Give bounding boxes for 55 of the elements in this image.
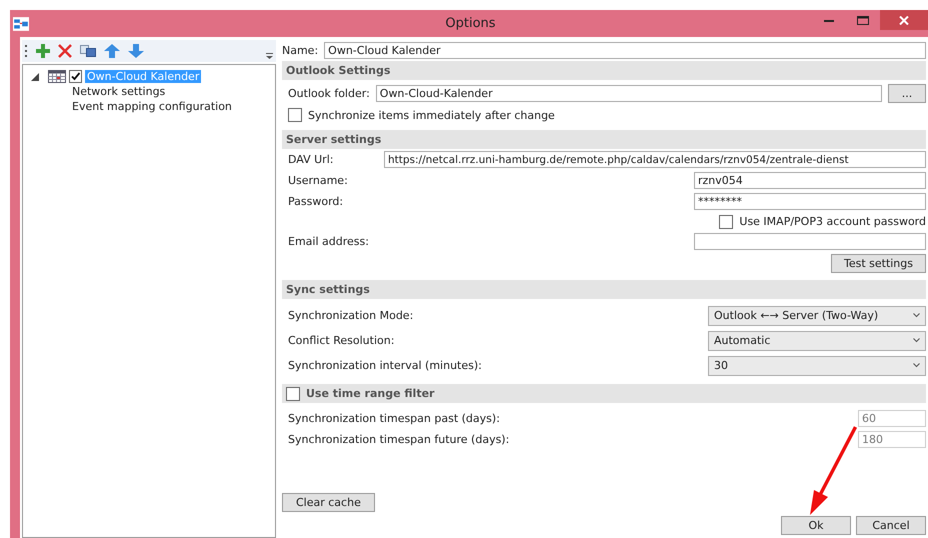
section-header: Sync settings bbox=[282, 280, 926, 299]
setting-label: Synchronization timespan future (days): bbox=[288, 433, 510, 446]
username-field[interactable]: rznv054 bbox=[694, 172, 926, 189]
browse-button[interactable]: ... bbox=[888, 84, 926, 102]
chevron-down-icon bbox=[913, 338, 920, 343]
setting-label: Synchronization interval (minutes): bbox=[288, 359, 482, 372]
chevron-down-icon bbox=[913, 313, 920, 318]
checkbox[interactable] bbox=[719, 214, 734, 228]
maximize-icon bbox=[857, 16, 869, 24]
app-icon bbox=[13, 16, 29, 30]
time-range-label: Use time range filter bbox=[306, 386, 434, 402]
checkbox-label: Synchronize items immediately after change bbox=[308, 108, 555, 122]
add-icon[interactable] bbox=[36, 44, 50, 58]
arrow-up-icon[interactable] bbox=[104, 44, 120, 58]
url-field[interactable]: https://netcal.rrz.uni-hamburg.de/remote.php/caldav/calendars/rznv054/zentrale-dienst bbox=[384, 151, 926, 168]
arrow-down-icon[interactable] bbox=[128, 44, 144, 58]
email-field[interactable] bbox=[694, 233, 926, 250]
dropdown[interactable]: Automatic bbox=[708, 330, 926, 350]
close-icon bbox=[899, 16, 909, 24]
username-label: Username: bbox=[288, 174, 348, 187]
email-label: Email address: bbox=[288, 235, 369, 248]
setting-label: Synchronization timespan past (days): bbox=[288, 412, 500, 425]
test-settings-button[interactable]: Test settings bbox=[830, 254, 926, 272]
clear-cache-button[interactable]: Clear cache bbox=[282, 492, 375, 512]
name-field[interactable]: Own-Cloud Kalender bbox=[324, 42, 926, 58]
grip-icon bbox=[25, 44, 28, 58]
password-field[interactable]: ******** bbox=[694, 193, 926, 210]
checkbox-label: Use IMAP/POP3 account password bbox=[739, 215, 926, 228]
section-header: Server settings bbox=[282, 130, 926, 149]
checkbox[interactable] bbox=[288, 108, 302, 122]
section-header: Outlook Settings bbox=[282, 61, 926, 80]
cancel-button[interactable]: Cancel bbox=[856, 516, 926, 535]
setting-label: Synchronization Mode: bbox=[288, 309, 414, 322]
copy-icon[interactable] bbox=[80, 44, 96, 58]
ok-button[interactable]: Ok bbox=[781, 516, 851, 535]
folder-field[interactable]: Own-Cloud-Kalender bbox=[376, 84, 882, 102]
window-title: Options bbox=[444, 16, 497, 31]
close-button[interactable] bbox=[880, 10, 928, 30]
setting-label: Conflict Resolution: bbox=[288, 334, 394, 347]
folder-label: Outlook folder: bbox=[288, 86, 370, 100]
collapse-icon[interactable] bbox=[31, 72, 39, 80]
chevron-down-icon bbox=[913, 363, 920, 368]
checkbox[interactable] bbox=[286, 386, 300, 400]
url-label: DAV Url: bbox=[288, 153, 334, 166]
tree-item[interactable]: Network settings bbox=[70, 85, 168, 98]
delete-icon[interactable] bbox=[58, 44, 72, 58]
tree-item[interactable]: Event mapping configuration bbox=[70, 100, 234, 113]
name-label: Name: bbox=[282, 44, 318, 56]
calendar-icon bbox=[48, 70, 66, 83]
overflow-icon[interactable] bbox=[266, 53, 273, 59]
dropdown[interactable]: Outlook ←→ Server (Two-Way) bbox=[708, 306, 926, 326]
password-label: Password: bbox=[288, 195, 344, 208]
checkbox[interactable] bbox=[69, 70, 82, 83]
minimize-icon bbox=[824, 18, 834, 22]
dropdown[interactable]: 30 bbox=[708, 356, 926, 376]
